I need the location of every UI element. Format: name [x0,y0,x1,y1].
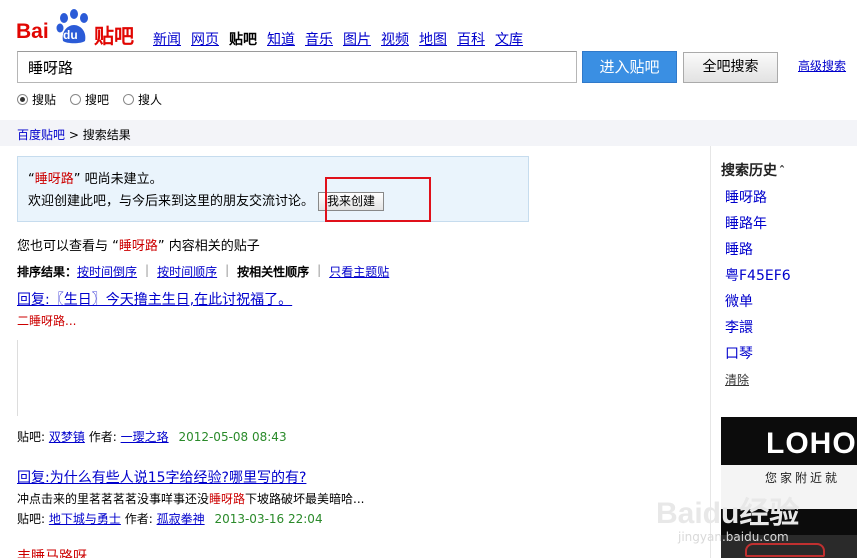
highlight-annotation-box [325,177,431,222]
result-author-link[interactable]: 一璎之珞 [121,430,169,444]
radio-search-bars[interactable]: 搜吧 [70,91,109,108]
history-item[interactable]: 睡路 [725,239,791,265]
collapse-arrow-icon[interactable]: ˆ [779,164,785,178]
ad-brand-text: LOHO [766,427,857,460]
sort-separator: | [317,263,322,277]
top-nav: 新闻 网页 贴吧 知道 音乐 图片 视频 地图 百科 文库 [153,29,533,49]
breadcrumb-separator: > [65,128,83,142]
logo-du-text: du [63,28,78,42]
sort-bar: 排序结果： 按时间倒序 | 按时间顺序 | 按相关性顺序 | 只看主题贴 [17,263,389,280]
clear-history-link[interactable]: 清除 [725,371,749,388]
history-item[interactable]: 睡呀路 [725,187,791,213]
notice-line-2: 欢迎创建此吧，与今后来到这里的朋友交流讨论。 我来创建 [28,191,518,213]
result-title-link[interactable]: 丰睡马路呀 [17,546,87,558]
radio-label: 搜贴 [32,93,57,107]
nav-item-tieba[interactable]: 贴吧 [229,29,257,49]
notice-keyword: 睡呀路 [34,172,74,187]
result-snippet: 冲点击来的里茗茗茗茗没事咩事还没睡呀路下坡路破坏最美暗哈... [17,490,364,507]
search-input[interactable] [17,51,577,83]
snippet-keyword: 睡呀路 [209,492,246,506]
breadcrumb-current: 搜索结果 [82,128,131,142]
breadcrumb-home-link[interactable]: 百度贴吧 [17,128,65,142]
sort-separator: | [145,263,150,277]
baidu-jingyan-watermark: Baidu经验 [656,497,800,530]
search-history-title: 搜索历史 ˆ [721,160,785,180]
result-title-link[interactable]: 回复:为什么有些人说15字给经验?哪里写的有? [17,467,306,487]
meta-author-label: 作者: [88,430,117,444]
result-snippet: 二睡呀路... [17,314,77,328]
sort-threads-only-link[interactable]: 只看主题贴 [329,263,389,280]
nav-item-video[interactable]: 视频 [381,29,409,49]
sort-separator: | [225,263,230,277]
logo-tieba-text: 贴吧 [94,26,134,48]
history-item[interactable]: 口琴 [725,343,791,369]
radio-checked-icon[interactable] [17,94,28,105]
notice-line-1: “睡呀路” 吧尚未建立。 [28,169,518,191]
search-type-radios: 搜贴 搜吧 搜人 [17,91,176,108]
radio-search-posts[interactable]: 搜贴 [17,91,56,108]
nav-item-images[interactable]: 图片 [343,29,371,49]
breadcrumb: 百度贴吧 > 搜索结果 [0,120,857,146]
meta-bar-label: 贴吧: [17,430,46,444]
nav-item-baike[interactable]: 百科 [457,29,485,49]
glasses-icon [745,543,825,557]
meta-bar-label: 贴吧: [17,512,46,526]
radio-search-users[interactable]: 搜人 [123,91,162,108]
related-keyword: 睡呀路 [118,239,158,254]
result-bar-link[interactable]: 地下城与勇士 [49,512,121,526]
history-item[interactable]: 粤F45EF6 [725,265,791,291]
enter-tieba-button[interactable]: 进入贴吧 [582,51,677,83]
nav-item-map[interactable]: 地图 [419,29,447,49]
nav-item-zhidao[interactable]: 知道 [267,29,295,49]
baidu-logo[interactable]: Bai du 贴吧 [16,6,136,48]
meta-author-label: 作者: [124,512,153,526]
notice-invite-text: 欢迎创建此吧，与今后来到这里的朋友交流讨论。 [28,194,315,209]
ad-slogan: 您家附近就 [765,471,841,485]
search-history-list: 睡呀路 睡路年 睡路 粤F45EF6 微单 李譞 口琴 [725,187,791,369]
nav-item-news[interactable]: 新闻 [153,29,181,49]
related-suffix: ” 内容相关的贴子 [157,239,260,254]
sort-label: 排序结果： [17,265,78,279]
radio-label: 搜吧 [85,93,110,107]
result-date: 2013-03-16 22:04 [214,512,323,526]
nav-item-wenku[interactable]: 文库 [495,29,523,49]
result-meta: 贴吧: 双梦镇 作者: 一璎之珞 2012-05-08 08:43 [17,428,287,445]
sort-relevance-current: 按相关性顺序 [237,265,310,279]
notice-line-1-suffix: 吧尚未建立。 [80,172,163,187]
quote-divider [17,340,18,416]
nav-item-web[interactable]: 网页 [191,29,219,49]
sort-time-desc-link[interactable]: 按时间倒序 [77,263,137,280]
result-date: 2012-05-08 08:43 [178,430,287,444]
result-meta: 贴吧: 地下城与勇士 作者: 孤寂拳神 2013-03-16 22:04 [17,510,323,527]
result-bar-link[interactable]: 双梦镇 [49,430,85,444]
history-item[interactable]: 微单 [725,291,791,317]
radio-label: 搜人 [138,93,163,107]
logo-bai-text: Bai [16,20,49,43]
history-item[interactable]: 睡路年 [725,213,791,239]
nav-item-music[interactable]: 音乐 [305,29,333,49]
quote-close: ” [73,172,81,187]
advanced-search-link[interactable]: 高级搜索 [798,57,846,74]
snippet-text: 冲点击来的里茗茗茗茗没事咩事还没 [17,492,210,506]
history-item[interactable]: 李譞 [725,317,791,343]
search-all-button[interactable]: 全吧搜索 [683,52,778,83]
snippet-text: 下坡路破坏最美暗哈... [245,492,365,506]
related-posts-heading: 您也可以查看与 “睡呀路” 内容相关的贴子 [17,235,260,254]
watermark-url: jingyan.baidu.com [678,530,789,544]
quote-open: “ [28,172,35,187]
sort-time-asc-link[interactable]: 按时间顺序 [157,263,217,280]
history-title-text: 搜索历史 [721,163,777,179]
result-author-link[interactable]: 孤寂拳神 [157,512,205,526]
radio-unchecked-icon[interactable] [123,94,135,105]
related-prefix: 您也可以查看与 “ [17,239,119,254]
bar-not-exist-notice: “睡呀路” 吧尚未建立。 欢迎创建此吧，与今后来到这里的朋友交流讨论。 我来创建 [17,156,529,222]
radio-unchecked-icon[interactable] [70,94,82,105]
result-title-link[interactable]: 回复:〖生日〗今天撸主生日,在此讨祝福了。 [17,289,292,309]
